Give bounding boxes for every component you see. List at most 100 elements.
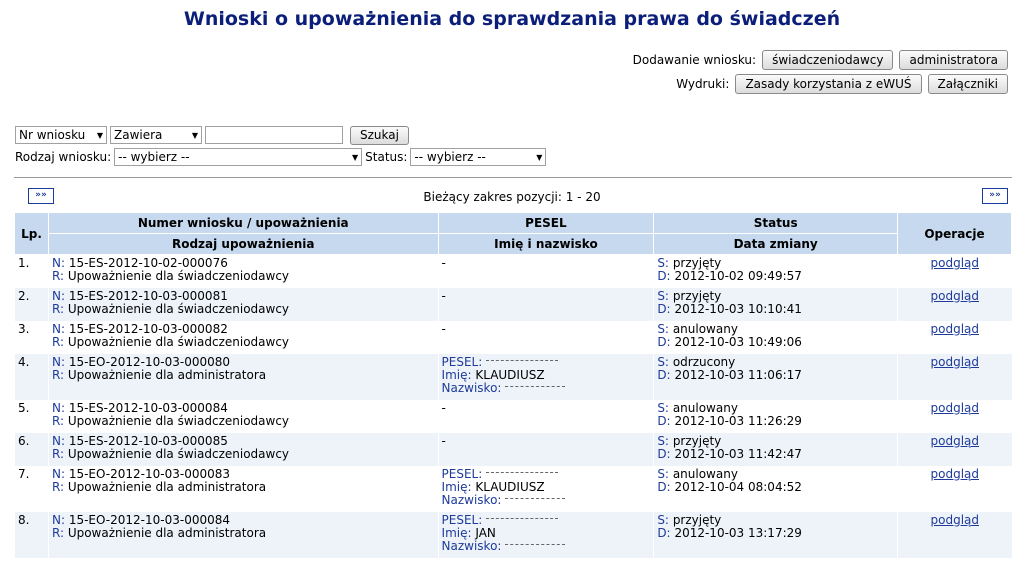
date-prefix: D:	[657, 269, 671, 283]
add-request-label: Dodawanie wniosku:	[632, 53, 757, 67]
table-row: 1. N: 15-ES-2012-10-02-000076 R: Upoważnie…	[14, 254, 1012, 288]
type-prefix: R:	[51, 334, 64, 349]
preview-link[interactable]: podgląd	[931, 467, 980, 481]
row-status: S: przyjęty D: 2012-10-02 09:49:57	[653, 254, 898, 288]
authorization-type: Upoważnienie dla administratora	[67, 525, 267, 540]
first-name-prefix: Imię:	[441, 367, 472, 382]
redacted-last-name	[505, 543, 566, 549]
row-status: S: przyjęty D: 2012-10-03 13:17:29	[653, 511, 898, 558]
search-mode-select[interactable]: Zawiera ▼	[110, 126, 202, 144]
preview-link[interactable]: podgląd	[931, 289, 980, 303]
chevron-down-icon: ▼	[351, 152, 359, 162]
last-name-prefix: Nazwisko:	[441, 492, 502, 507]
ewus-rules-button[interactable]: Zasady korzystania z eWUŚ	[735, 74, 922, 94]
request-number: 15-ES-2012-10-03-000085	[68, 433, 228, 448]
type-prefix: R:	[51, 301, 64, 316]
add-admin-request-button[interactable]: administratora	[899, 50, 1008, 70]
status-prefix: S:	[657, 354, 669, 369]
row-lp: 1.	[14, 254, 49, 288]
status-prefix: S:	[657, 256, 669, 270]
preview-link[interactable]: podgląd	[931, 355, 980, 369]
preview-link[interactable]: podgląd	[931, 513, 980, 527]
table-row: 8. N: 15-EO-2012-10-03-000084 R: Upoważnie…	[14, 511, 1012, 558]
redacted-last-name	[505, 385, 566, 391]
redacted-pesel	[486, 471, 559, 477]
request-number: 15-ES-2012-10-03-000081	[68, 288, 228, 303]
preview-link[interactable]: podgląd	[931, 401, 980, 415]
row-operations: podgląd	[897, 465, 1012, 512]
search-field-select[interactable]: Nr wniosku ▼	[15, 126, 107, 144]
preview-link[interactable]: podgląd	[931, 434, 980, 448]
row-request: N: 15-EO-2012-10-03-000084 R: Upoważnieni…	[47, 511, 439, 558]
search-input[interactable]	[205, 126, 343, 144]
row-operations: podgląd	[897, 287, 1012, 321]
row-request: N: 15-ES-2012-10-03-000084 R: Upoważnieni…	[47, 399, 439, 433]
row-operations: podgląd	[897, 254, 1012, 288]
status-value: anulowany	[672, 400, 738, 415]
redacted-last-name	[505, 497, 566, 503]
status-prefix: S:	[657, 321, 669, 336]
authorization-type: Upoważnienie dla świadczeniodawcy	[67, 446, 290, 461]
status-prefix: S:	[657, 466, 669, 481]
row-operations: podgląd	[897, 353, 1012, 400]
row-person: -	[437, 320, 654, 354]
person-empty: -	[441, 256, 446, 270]
status-value: -- wybierz --	[414, 150, 486, 164]
status-select[interactable]: -- wybierz -- ▼	[410, 148, 547, 166]
table-row: 3. N: 15-ES-2012-10-03-000082 R: Upoważnie…	[14, 320, 1012, 354]
row-person: -	[437, 399, 654, 433]
row-person: PESEL: Imię: JAN Nazwisko:	[437, 511, 654, 558]
col-header-pesel: PESEL	[437, 212, 655, 234]
pager: Bieżący zakres pozycji: 1 - 20 »» »»	[16, 188, 1008, 206]
row-status: S: odrzucony D: 2012-10-03 11:06:17	[653, 353, 898, 400]
row-person: PESEL: Imię: KLAUDIUSZ Nazwisko:	[437, 353, 654, 400]
date-prefix: D:	[657, 525, 671, 540]
chevron-down-icon: ▼	[191, 130, 198, 140]
date-prefix: D:	[657, 301, 671, 316]
status-prefix: S:	[657, 512, 669, 527]
request-type-select[interactable]: -- wybierz -- ▼	[114, 148, 363, 166]
prints-label: Wydruki:	[676, 77, 730, 91]
requests-table: Lp. Numer wniosku / upoważnienia PESEL S…	[14, 212, 1012, 558]
number-prefix: N:	[51, 321, 65, 336]
row-request: N: 15-ES-2012-10-03-000085 R: Upoważnieni…	[47, 432, 439, 466]
preview-link[interactable]: podgląd	[931, 256, 980, 270]
change-date: 2012-10-03 10:10:41	[674, 301, 802, 316]
row-lp: 3.	[14, 320, 49, 354]
date-prefix: D:	[657, 413, 671, 428]
number-prefix: N:	[51, 354, 65, 369]
col-header-name: Imię i nazwisko	[437, 233, 655, 255]
date-prefix: D:	[657, 367, 671, 382]
next-page-left-button[interactable]: »»	[28, 188, 54, 204]
row-request: N: 15-ES-2012-10-03-000082 R: Upoważnieni…	[47, 320, 439, 354]
row-person: -	[437, 287, 654, 321]
table-row: 6. N: 15-ES-2012-10-03-000085 R: Upoważnie…	[14, 432, 1012, 466]
status-value: przyjęty	[672, 288, 722, 303]
last-name-prefix: Nazwisko:	[441, 538, 502, 553]
preview-link[interactable]: podgląd	[931, 322, 980, 336]
status-prefix: S:	[657, 288, 669, 303]
chevron-down-icon: ▼	[536, 152, 543, 162]
col-header-type: Rodzaj upoważnienia	[47, 233, 439, 255]
person-empty: -	[441, 433, 446, 448]
status-filter-label: Status:	[365, 150, 408, 164]
next-page-right-button[interactable]: »»	[982, 188, 1008, 204]
add-provider-request-button[interactable]: świadczeniodawcy	[762, 50, 894, 70]
authorization-type: Upoważnienie dla świadczeniodawcy	[67, 269, 290, 283]
change-date: 2012-10-04 08:04:52	[674, 479, 802, 494]
type-prefix: R:	[51, 269, 64, 283]
row-operations: podgląd	[897, 399, 1012, 433]
search-button[interactable]: Szukaj	[350, 125, 409, 145]
row-request: N: 15-EO-2012-10-03-000083 R: Upoważnieni…	[47, 465, 439, 512]
request-number: 15-ES-2012-10-03-000082	[68, 321, 228, 336]
change-date: 2012-10-03 10:49:06	[674, 334, 802, 349]
attachments-button[interactable]: Załączniki	[927, 74, 1008, 94]
search-mode-value: Zawiera	[114, 128, 163, 142]
type-prefix: R:	[51, 446, 64, 461]
row-status: S: przyjęty D: 2012-10-03 11:42:47	[653, 432, 898, 466]
request-type-label: Rodzaj wniosku:	[15, 150, 112, 164]
add-request-bar: Dodawanie wniosku: świadczeniodawcy admi…	[633, 50, 1008, 70]
number-prefix: N:	[51, 256, 65, 270]
filter-panel: Nr wniosku ▼ Zawiera ▼ Szukaj Rodzaj wni…	[15, 124, 547, 168]
first-name: KLAUDIUSZ	[475, 479, 545, 494]
